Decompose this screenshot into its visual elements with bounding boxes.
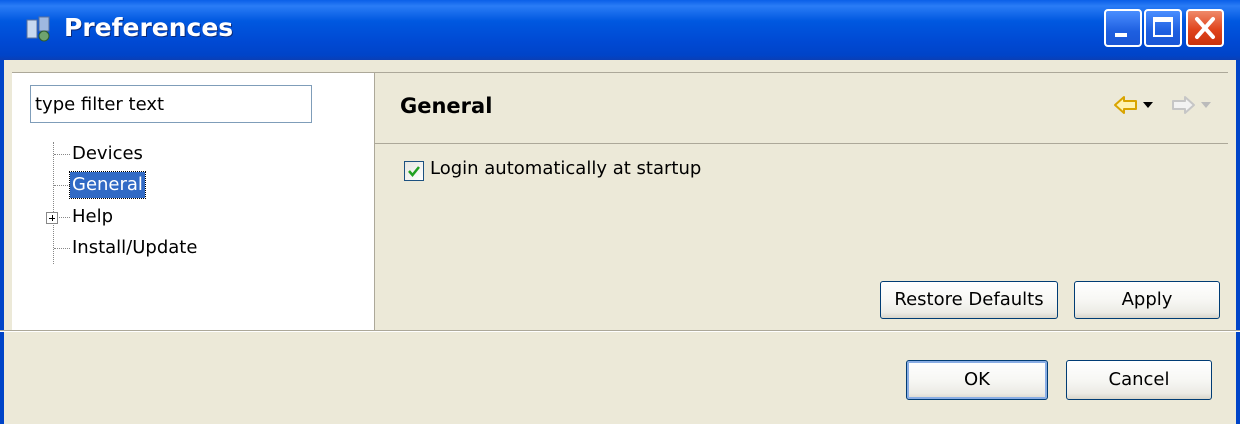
close-icon bbox=[1195, 17, 1215, 39]
window-frame-left bbox=[0, 60, 4, 424]
back-arrow-icon[interactable] bbox=[1113, 92, 1139, 118]
filter-input[interactable] bbox=[30, 85, 312, 123]
minimize-icon bbox=[1115, 33, 1127, 37]
login-auto-checkbox[interactable] bbox=[404, 161, 424, 181]
forward-arrow-icon bbox=[1172, 96, 1195, 114]
tree-connector bbox=[57, 217, 70, 218]
app-icon bbox=[26, 16, 50, 42]
close-button[interactable] bbox=[1186, 9, 1224, 47]
page-header bbox=[375, 72, 1228, 144]
page-title: General bbox=[400, 94, 493, 118]
tree-connector bbox=[54, 248, 70, 249]
title-bar[interactable]: Preferences bbox=[0, 0, 1240, 60]
preference-tree: Devices General Help Install/Update bbox=[44, 140, 344, 280]
checkmark-icon bbox=[408, 166, 420, 177]
restore-defaults-button[interactable]: Restore Defaults bbox=[880, 281, 1058, 319]
ok-button[interactable]: OK bbox=[906, 360, 1048, 400]
preferences-dialog: Preferences Devices General bbox=[0, 0, 1240, 424]
expand-plus-icon[interactable] bbox=[46, 212, 58, 224]
maximize-icon bbox=[1153, 17, 1173, 37]
maximize-button[interactable] bbox=[1144, 9, 1182, 47]
forward-history-dropdown-icon bbox=[1201, 102, 1211, 108]
login-auto-label[interactable]: Login automatically at startup bbox=[430, 158, 701, 179]
minimize-button[interactable] bbox=[1104, 9, 1142, 47]
cancel-button[interactable]: Cancel bbox=[1066, 360, 1212, 400]
tree-item-help[interactable]: Help bbox=[70, 204, 115, 230]
window-title: Preferences bbox=[64, 13, 234, 42]
tree-connector bbox=[54, 185, 70, 186]
apply-button[interactable]: Apply bbox=[1074, 281, 1220, 319]
window-frame-right bbox=[1236, 60, 1240, 424]
tree-connector bbox=[54, 154, 70, 155]
tree-item-install-update[interactable]: Install/Update bbox=[70, 235, 199, 261]
back-history-dropdown-icon[interactable] bbox=[1143, 102, 1153, 108]
footer-separator bbox=[0, 330, 1240, 332]
tree-item-devices[interactable]: Devices bbox=[70, 141, 145, 167]
tree-guide-line bbox=[53, 142, 54, 264]
tree-item-general[interactable]: General bbox=[69, 171, 146, 199]
